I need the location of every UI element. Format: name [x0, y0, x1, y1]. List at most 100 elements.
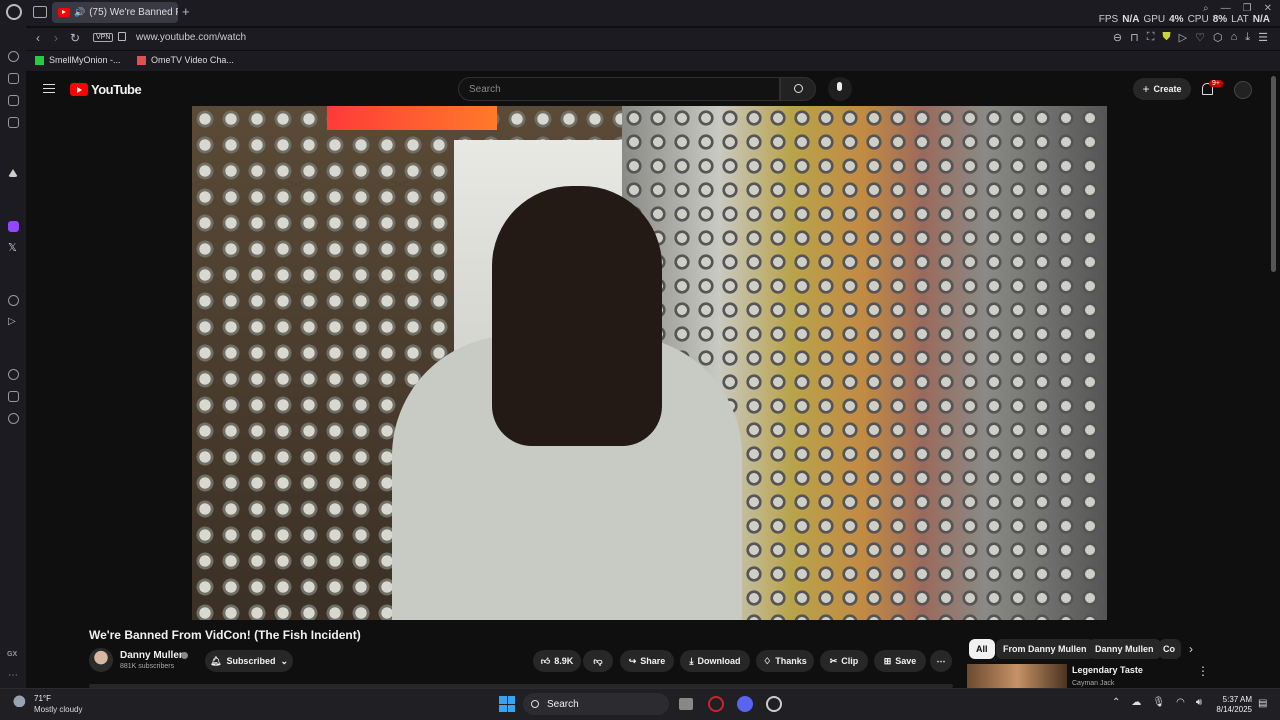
reload-icon[interactable]: ↻ — [70, 31, 80, 45]
search-input[interactable]: Search — [458, 77, 780, 101]
sidebar-settings-icon[interactable] — [8, 413, 19, 424]
thanks-button[interactable]: ♢ Thanks — [756, 650, 814, 672]
sidebar-extensions-icon[interactable] — [8, 391, 19, 402]
bookmark-item[interactable]: OmeTV Video Cha... — [137, 55, 234, 65]
sidebar-x-icon[interactable]: 𝕏 — [8, 241, 17, 254]
clock-time[interactable]: 5:37 AM — [1222, 695, 1252, 704]
forward-icon[interactable]: › — [54, 31, 58, 45]
close-button[interactable]: ✕ — [1264, 3, 1272, 14]
wifi-icon[interactable]: ◠ — [1176, 697, 1185, 708]
chips-next-icon[interactable]: › — [1189, 642, 1193, 656]
recommendation-thumbnail[interactable] — [967, 664, 1067, 688]
voice-search-button[interactable] — [828, 77, 852, 101]
shield-icon[interactable]: ⛊ — [1162, 31, 1170, 44]
page-scrollbar[interactable] — [1271, 76, 1276, 272]
chip-channel-name[interactable]: Danny Mullen — [1088, 639, 1161, 659]
subscribed-button[interactable]: 🔔︎ Subscribed ⌄ — [205, 650, 293, 672]
like-button[interactable]: 👍︎ 8.9K — [533, 650, 581, 672]
thumbs-down-icon: 👎︎ — [593, 655, 603, 666]
windows-start-icon[interactable] — [499, 696, 515, 712]
share-button[interactable]: ↪ Share — [620, 650, 674, 672]
chip-from-channel[interactable]: From Danny Mullen — [996, 639, 1094, 659]
video-frame-top-strip — [327, 106, 497, 130]
vpn-badge[interactable]: VPN — [93, 33, 114, 42]
subscriber-count: 881K subscribers — [120, 663, 175, 670]
maximize-button[interactable]: ❐ — [1243, 3, 1252, 14]
url-field[interactable]: www.youtube.com/watch — [136, 32, 246, 43]
wallet-icon[interactable]: ⌂ — [1231, 31, 1238, 44]
weather-cloud-icon[interactable] — [13, 693, 29, 707]
like-count: 8.9K — [554, 656, 574, 666]
share-icon: ↪ — [628, 655, 637, 666]
sidebar-aria-icon[interactable] — [8, 73, 19, 84]
clock-date[interactable]: 8/14/2025 — [1212, 705, 1252, 714]
account-avatar[interactable] — [1234, 81, 1252, 99]
toolbar-icons: ⊖ ⊓ ⛶ ⛊ ▷ ♡ ⬡ ⌂ ⤓ ☰ — [1113, 31, 1268, 44]
dislike-button[interactable]: 👎︎ — [583, 650, 613, 672]
channel-name[interactable]: Danny Mullen — [120, 650, 185, 661]
tab-active-youtube[interactable]: 🔊 (75) We're Banned Fr... — [52, 2, 178, 23]
sidebar-twitch-icon[interactable] — [8, 221, 19, 232]
create-label: Create — [1153, 84, 1182, 94]
tab-manager-icon[interactable] — [33, 6, 47, 18]
bell-icon: 🔔︎ — [210, 655, 222, 666]
speaker-icon[interactable]: 🔊 — [74, 7, 85, 18]
sidebar-history-icon[interactable] — [8, 369, 19, 380]
download-icon[interactable]: ⤓ — [1245, 31, 1250, 44]
sidebar-player-icon[interactable] — [8, 295, 19, 306]
youtube-play-icon — [70, 83, 88, 96]
download-button[interactable]: ⤓ Download — [680, 650, 750, 672]
bookmark-favicon-icon — [35, 55, 44, 65]
sidebar-messenger-icon[interactable] — [8, 117, 19, 128]
task-view-icon[interactable] — [679, 698, 693, 710]
snapshot-icon[interactable]: ⛶ — [1147, 31, 1155, 44]
opera-gx-taskbar-icon[interactable] — [708, 696, 724, 712]
opera-gx-logo-icon[interactable] — [6, 4, 22, 20]
heart-icon[interactable]: ♡ — [1195, 31, 1205, 44]
player-icon[interactable]: ▷ — [1179, 31, 1187, 44]
minimize-button[interactable]: — — [1221, 3, 1231, 14]
onedrive-icon[interactable]: ☁ — [1131, 697, 1141, 708]
search-button[interactable] — [780, 77, 816, 101]
recommendation-more-icon[interactable]: ⋮ — [1197, 664, 1209, 678]
menu-icon[interactable]: ☰ — [1258, 31, 1268, 44]
search-tabs-icon[interactable]: ⌕ — [1203, 3, 1209, 14]
extensions-icon[interactable]: ⬡ — [1213, 31, 1223, 44]
lock-icon[interactable] — [118, 32, 126, 41]
sidebar-gx-icon[interactable]: GX — [7, 651, 17, 658]
more-actions-button[interactable]: ⋯ — [930, 650, 952, 672]
taskbar-search[interactable]: Search — [523, 693, 669, 715]
sidebar-send-icon[interactable]: ▷ — [8, 316, 16, 327]
weather-description[interactable]: Mostly cloudy — [34, 705, 82, 714]
youtube-logo[interactable]: YouTube — [70, 82, 142, 97]
tray-overflow-icon[interactable]: ⌃ — [1112, 697, 1120, 708]
sidebar-news-icon[interactable] — [8, 95, 19, 106]
sidebar-more-icon[interactable]: ⋯ — [8, 670, 18, 681]
recommendation-channel[interactable]: Cayman Jack — [1072, 680, 1114, 687]
volume-icon[interactable]: 🔊︎ — [1196, 697, 1202, 708]
mic-icon — [837, 82, 842, 91]
chip-all[interactable]: All — [969, 639, 995, 659]
notification-center-icon[interactable]: ▤ — [1258, 698, 1267, 709]
new-tab-button[interactable]: + — [182, 4, 190, 19]
app-taskbar-icon[interactable] — [766, 696, 782, 712]
recommendation-title[interactable]: Legendary Taste — [1072, 665, 1143, 675]
sidebar-gx-corner-icon[interactable] — [8, 169, 18, 177]
chip-more[interactable]: Co — [1159, 639, 1181, 659]
sidebar-speed-dial-icon[interactable] — [8, 51, 19, 62]
cpu-value: 8% — [1212, 14, 1228, 25]
youtube-favicon-icon — [58, 8, 70, 17]
bookmark-item[interactable]: SmellMyOnion -... — [35, 55, 121, 65]
weather-temperature[interactable]: 71°F — [34, 694, 51, 703]
video-player[interactable] — [192, 106, 1107, 620]
microphone-icon[interactable]: 🎙︎ — [1152, 697, 1165, 708]
bookmark-icon[interactable]: ⊓ — [1130, 31, 1139, 44]
discord-taskbar-icon[interactable] — [737, 696, 753, 712]
clip-button[interactable]: ✂ Clip — [820, 650, 868, 672]
create-button[interactable]: + Create — [1133, 78, 1191, 100]
guide-menu-icon[interactable] — [43, 84, 55, 93]
save-button[interactable]: ⊞ Save — [874, 650, 926, 672]
back-icon[interactable]: ‹ — [36, 31, 40, 45]
zoom-out-icon[interactable]: ⊖ — [1113, 31, 1122, 44]
channel-avatar[interactable] — [89, 648, 113, 672]
